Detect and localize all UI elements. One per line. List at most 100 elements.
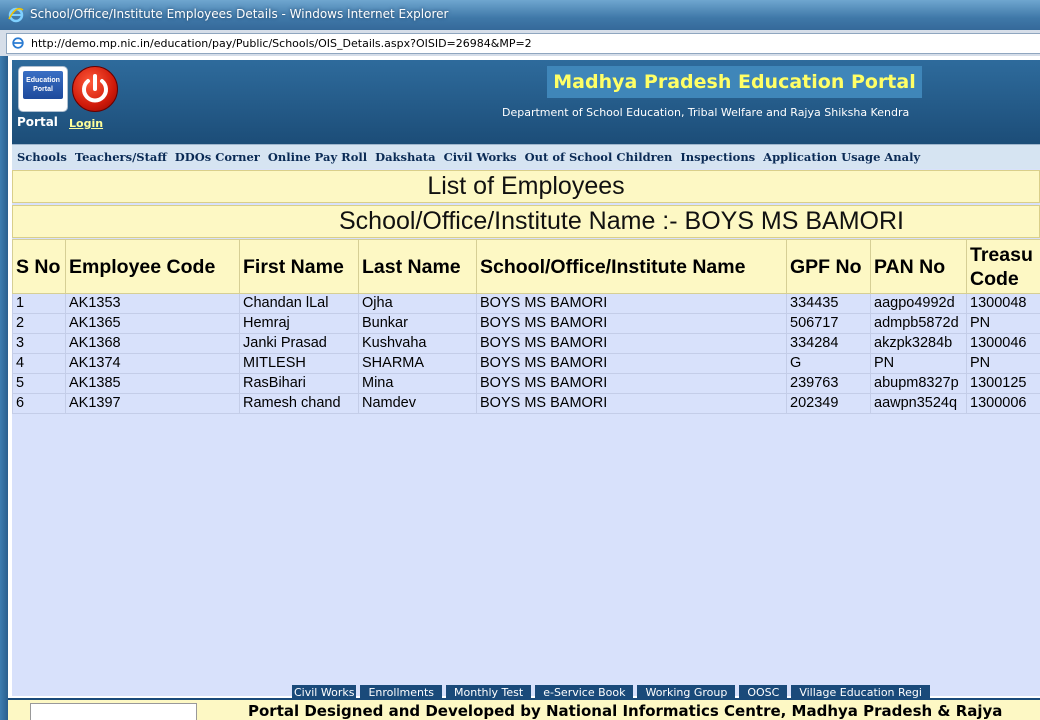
col-header-treasury-code: Treasu Code [966, 239, 1040, 294]
cell-school-name: BOYS MS BAMORI [476, 373, 787, 394]
cell-treasury-code: PN [966, 313, 1040, 334]
department-subtitle: Department of School Education, Tribal W… [502, 106, 910, 119]
cell-sno: 2 [12, 313, 66, 334]
cell-gpf-no: 506717 [786, 313, 871, 334]
col-header-first-name: First Name [239, 239, 359, 294]
logo-text: Education Portal [23, 71, 63, 99]
cell-pan-no: aawpn3524q [870, 393, 967, 414]
cell-treasury-code: 1300125 [966, 373, 1040, 394]
cell-treasury-code: 1300048 [966, 293, 1040, 314]
cell-sno: 6 [12, 393, 66, 414]
footer-links: Civil Works Enrollments Monthly Test e-Serv… [292, 683, 934, 700]
cell-gpf-no: 334284 [786, 333, 871, 354]
cell-employee-code: AK1397 [65, 393, 240, 414]
table-row: 5 AK1385 RasBihari Mina BOYS MS BAMORI 2… [12, 373, 1040, 394]
cell-employee-code: AK1365 [65, 313, 240, 334]
cell-first-name: Ramesh chand [239, 393, 359, 414]
nav-item-inspections[interactable]: Inspections [675, 145, 758, 169]
table-header-row: S No Employee Code First Name Last Name … [12, 239, 1040, 294]
school-name-text: School/Office/Institute Name :- BOYS MS … [339, 207, 905, 235]
page-icon [12, 37, 24, 49]
portal-label: Portal [17, 115, 58, 129]
table-row: 2 AK1365 Hemraj Bunkar BOYS MS BAMORI 50… [12, 313, 1040, 334]
employee-table: S No Employee Code First Name Last Name … [12, 239, 1040, 414]
col-header-employee-code: Employee Code [65, 239, 240, 294]
cell-last-name: Ojha [358, 293, 477, 314]
nav-item-out-of-school-children[interactable]: Out of School Children [520, 145, 676, 169]
cell-sno: 5 [12, 373, 66, 394]
col-header-sno: S No [12, 239, 66, 294]
cell-gpf-no: 239763 [786, 373, 871, 394]
cell-first-name: RasBihari [239, 373, 359, 394]
cell-school-name: BOYS MS BAMORI [476, 353, 787, 374]
col-header-school-name: School/Office/Institute Name [476, 239, 787, 294]
cell-last-name: Bunkar [358, 313, 477, 334]
login-link[interactable]: Login [69, 117, 103, 130]
cell-employee-code: AK1385 [65, 373, 240, 394]
table-row: 1 AK1353 Chandan lLal Ojha BOYS MS BAMOR… [12, 293, 1040, 314]
nav-item-online-pay-roll[interactable]: Online Pay Roll [263, 145, 370, 169]
table-row: 6 AK1397 Ramesh chand Namdev BOYS MS BAM… [12, 393, 1040, 414]
cell-employee-code: AK1353 [65, 293, 240, 314]
cell-pan-no: PN [870, 353, 967, 374]
table-row: 4 AK1374 MITLESH SHARMA BOYS MS BAMORI G… [12, 353, 1040, 374]
cell-pan-no: admpb5872d [870, 313, 967, 334]
cell-gpf-no: G [786, 353, 871, 374]
cell-school-name: BOYS MS BAMORI [476, 393, 787, 414]
cell-first-name: Janki Prasad [239, 333, 359, 354]
footer-credit: Portal Designed and Developed by Nationa… [248, 702, 1003, 720]
main-nav: Schools Teachers/Staff DDOs Corner Online P… [12, 144, 1040, 170]
cell-school-name: BOYS MS BAMORI [476, 333, 787, 354]
cell-school-name: BOYS MS BAMORI [476, 313, 787, 334]
url-text[interactable]: http://demo.mp.nic.in/education/pay/Publ… [31, 37, 532, 50]
cell-treasury-code: PN [966, 353, 1040, 374]
cell-school-name: BOYS MS BAMORI [476, 293, 787, 314]
cell-pan-no: abupm8327p [870, 373, 967, 394]
school-name-banner: School/Office/Institute Name :- BOYS MS … [12, 205, 1040, 238]
cell-sno: 3 [12, 333, 66, 354]
cell-last-name: SHARMA [358, 353, 477, 374]
cell-employee-code: AK1374 [65, 353, 240, 374]
web-page: Education Portal Portal Login Madhya Pra… [8, 56, 1040, 720]
cell-pan-no: aagpo4992d [870, 293, 967, 314]
col-header-gpf-no: GPF No [786, 239, 871, 294]
cell-sno: 4 [12, 353, 66, 374]
address-bar: http://demo.mp.nic.in/education/pay/Publ… [0, 30, 1040, 56]
nav-item-application-usage[interactable]: Application Usage Analy [758, 145, 923, 169]
cell-first-name: MITLESH [239, 353, 359, 374]
col-header-last-name: Last Name [358, 239, 477, 294]
browser-frame-edge [0, 56, 8, 720]
nav-item-teachers-staff[interactable]: Teachers/Staff [70, 145, 170, 169]
site-title: Madhya Pradesh Education Portal [547, 66, 922, 98]
cell-treasury-code: 1300046 [966, 333, 1040, 354]
cell-employee-code: AK1368 [65, 333, 240, 354]
address-field[interactable]: http://demo.mp.nic.in/education/pay/Publ… [6, 33, 1040, 54]
cell-treasury-code: 1300006 [966, 393, 1040, 414]
cell-last-name: Kushvaha [358, 333, 477, 354]
internet-explorer-icon [8, 7, 24, 23]
cell-pan-no: akzpk3284b [870, 333, 967, 354]
cell-gpf-no: 202349 [786, 393, 871, 414]
power-icon[interactable] [72, 66, 118, 112]
cell-first-name: Hemraj [239, 313, 359, 334]
window-titlebar: School/Office/Institute Employees Detail… [0, 0, 1040, 31]
cell-first-name: Chandan lLal [239, 293, 359, 314]
nav-item-civil-works[interactable]: Civil Works [439, 145, 520, 169]
education-portal-logo[interactable]: Education Portal [18, 66, 68, 112]
cell-last-name: Mina [358, 373, 477, 394]
page-heading: List of Employees [12, 170, 1040, 203]
cell-last-name: Namdev [358, 393, 477, 414]
cell-gpf-no: 334435 [786, 293, 871, 314]
cell-sno: 1 [12, 293, 66, 314]
window-title: School/Office/Institute Employees Detail… [30, 7, 449, 21]
portal-header: Education Portal Portal Login Madhya Pra… [12, 60, 1040, 144]
nav-item-schools[interactable]: Schools [12, 145, 70, 169]
table-row: 3 AK1368 Janki Prasad Kushvaha BOYS MS B… [12, 333, 1040, 354]
power-symbol-icon [82, 74, 108, 103]
col-header-pan-no: PAN No [870, 239, 967, 294]
nav-item-dakshata[interactable]: Dakshata [370, 145, 438, 169]
page-footer: Portal Designed and Developed by Nationa… [8, 698, 1040, 720]
nav-item-ddos-corner[interactable]: DDOs Corner [170, 145, 263, 169]
footer-logo [30, 703, 197, 720]
content-area: List of Employees School/Office/Institut… [12, 169, 1040, 696]
